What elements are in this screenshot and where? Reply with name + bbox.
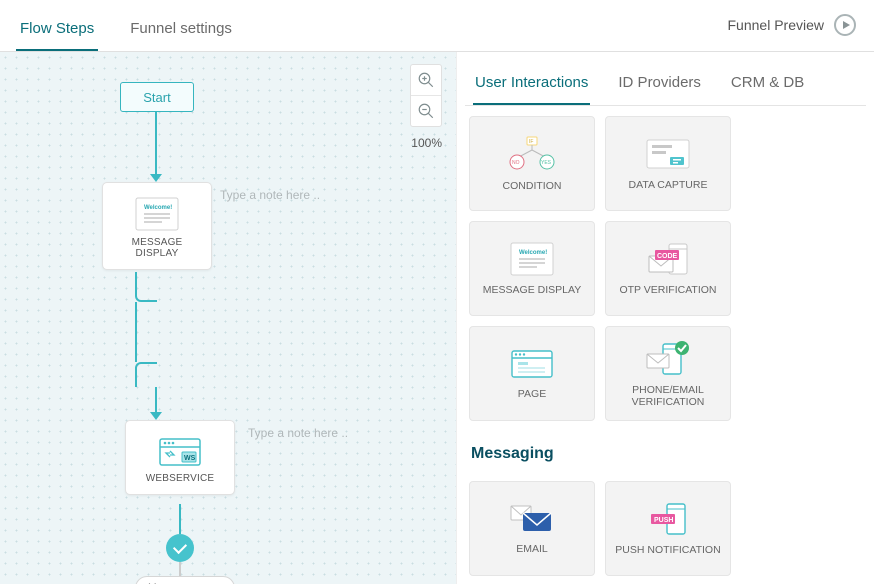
play-icon bbox=[834, 14, 856, 36]
verification-icon bbox=[645, 340, 691, 376]
svg-text:PUSH: PUSH bbox=[654, 517, 673, 524]
panel-tabs: User Interactions ID Providers CRM & DB bbox=[465, 62, 866, 106]
tile-label: PUSH NOTIFICATION bbox=[609, 544, 726, 556]
tab-funnel-settings[interactable]: Funnel settings bbox=[126, 10, 236, 51]
tile-label: OTP VERIFICATION bbox=[613, 284, 722, 296]
tile-label: DATA CAPTURE bbox=[623, 179, 714, 191]
end-node[interactable] bbox=[166, 534, 194, 562]
tile-group-interactions: IF NO YES CONDITION bbox=[465, 106, 866, 431]
node-label: WEBSERVICE bbox=[136, 473, 224, 484]
svg-text:NO: NO bbox=[512, 160, 520, 166]
email-icon bbox=[509, 503, 555, 535]
funnel-preview-label: Funnel Preview bbox=[728, 17, 825, 33]
tile-email[interactable]: EMAIL bbox=[469, 481, 595, 576]
condition-icon: IF NO YES bbox=[509, 136, 555, 172]
svg-text:WS: WS bbox=[184, 455, 196, 462]
tile-phone-email-verification[interactable]: PHONE/EMAIL VERIFICATION bbox=[605, 326, 731, 421]
tile-label: MESSAGE DISPLAY bbox=[477, 284, 587, 296]
panel-tab-id-providers[interactable]: ID Providers bbox=[616, 62, 703, 105]
tile-page[interactable]: PAGE bbox=[469, 326, 595, 421]
otp-icon: CODE bbox=[645, 242, 691, 276]
zoom-out-button[interactable] bbox=[411, 96, 441, 126]
note-placeholder-2[interactable]: Type a note here .. bbox=[248, 426, 348, 440]
start-node[interactable]: Start bbox=[120, 82, 194, 112]
node-label: MESSAGE DISPLAY bbox=[113, 237, 201, 259]
zoom-controls bbox=[410, 64, 442, 127]
panel-tab-user-interactions[interactable]: User Interactions bbox=[473, 62, 590, 105]
data-capture-icon bbox=[646, 137, 690, 171]
push-icon: PUSH bbox=[645, 502, 691, 536]
zoom-level: 100% bbox=[411, 136, 442, 150]
svg-text:IF: IF bbox=[529, 139, 533, 145]
panel-tab-crm-db[interactable]: CRM & DB bbox=[729, 62, 806, 105]
top-bar: Flow Steps Funnel settings Funnel Previe… bbox=[0, 0, 874, 52]
section-heading-messaging: Messaging bbox=[471, 445, 860, 463]
funnel-preview-button[interactable]: Funnel Preview bbox=[728, 14, 857, 36]
zoom-in-button[interactable] bbox=[411, 65, 441, 95]
note-placeholder-1[interactable]: Type a note here .. bbox=[220, 188, 320, 202]
end-label: User converts bbox=[135, 576, 235, 584]
tab-flow-steps[interactable]: Flow Steps bbox=[16, 10, 98, 51]
page-icon bbox=[510, 348, 554, 380]
svg-text:CODE: CODE bbox=[657, 253, 678, 260]
tile-label: EMAIL bbox=[510, 543, 554, 555]
message-display-icon: Welcome! bbox=[510, 242, 554, 276]
node-webservice[interactable]: WS WEBSERVICE bbox=[125, 420, 235, 495]
node-message-display[interactable]: Welcome! MESSAGE DISPLAY bbox=[102, 182, 212, 270]
svg-text:Welcome!: Welcome! bbox=[144, 205, 172, 211]
svg-text:Welcome!: Welcome! bbox=[519, 250, 547, 256]
tile-condition[interactable]: IF NO YES CONDITION bbox=[469, 116, 595, 211]
tile-label: PAGE bbox=[512, 388, 552, 400]
tile-group-messaging: EMAIL PUSH PUSH NOTIFICATION bbox=[465, 471, 866, 584]
tile-push-notification[interactable]: PUSH PUSH NOTIFICATION bbox=[605, 481, 731, 576]
svg-text:YES: YES bbox=[541, 160, 552, 166]
components-panel: User Interactions ID Providers CRM & DB … bbox=[456, 52, 874, 584]
main-tabs: Flow Steps Funnel settings bbox=[16, 10, 236, 51]
flow-canvas[interactable]: 100% Start Welcome! MESSAGE DISPLAY Type… bbox=[0, 52, 456, 584]
tile-otp-verification[interactable]: CODE OTP VERIFICATION bbox=[605, 221, 731, 316]
tile-message-display[interactable]: Welcome! MESSAGE DISPLAY bbox=[469, 221, 595, 316]
tile-label: CONDITION bbox=[497, 180, 568, 192]
tile-label: PHONE/EMAIL VERIFICATION bbox=[606, 384, 730, 408]
tile-data-capture[interactable]: DATA CAPTURE bbox=[605, 116, 731, 211]
